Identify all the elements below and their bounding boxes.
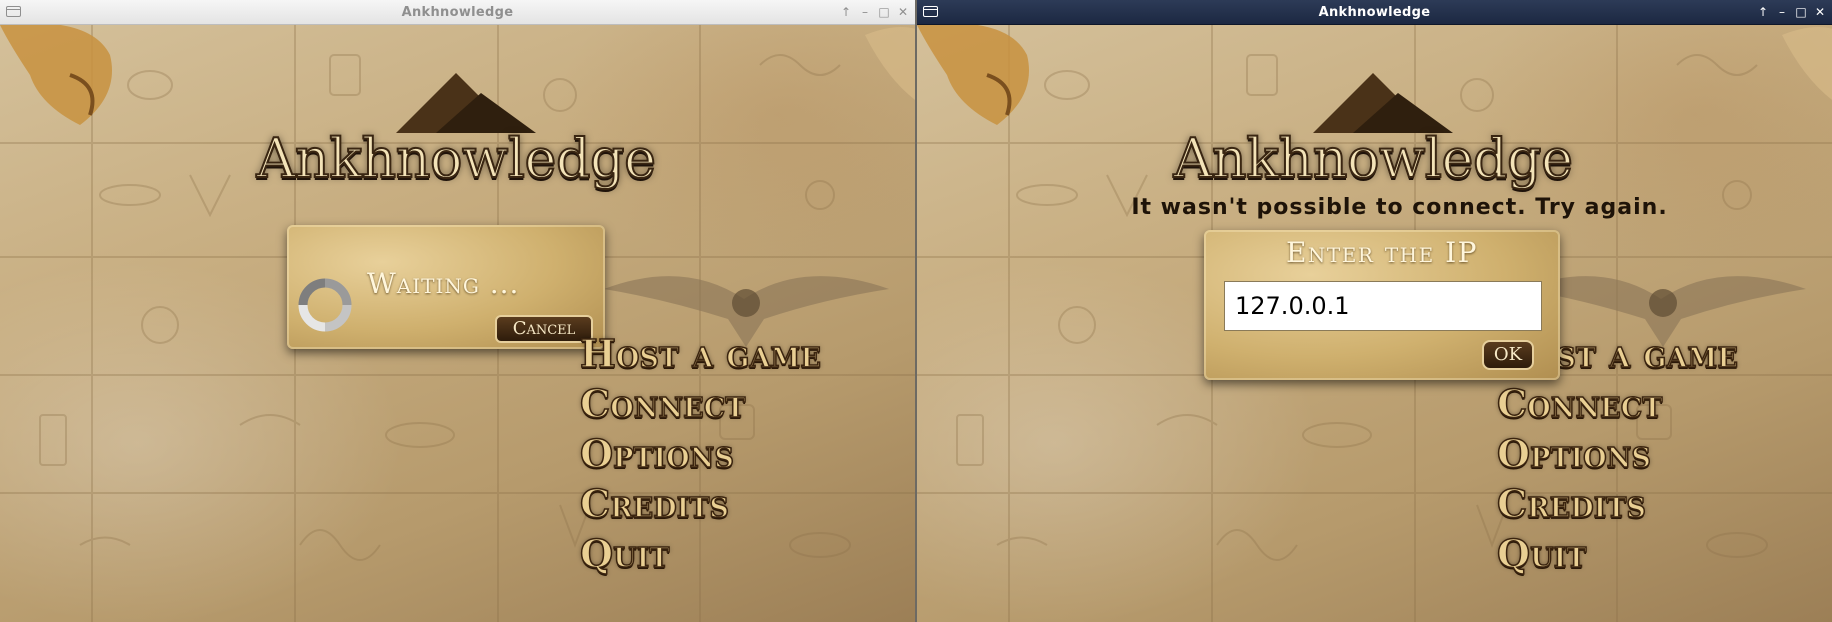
ok-button[interactable]: OK bbox=[1482, 340, 1534, 370]
papyrus-scroll-decoration bbox=[0, 25, 113, 125]
papyrus-scroll-decoration-right bbox=[1782, 27, 1832, 100]
ip-entry-dialog: Enter the IP OK bbox=[1204, 230, 1560, 380]
up-arrow-icon[interactable]: ↑ bbox=[1757, 0, 1769, 24]
menu-item-options[interactable]: Options bbox=[579, 430, 734, 477]
close-icon[interactable]: ✕ bbox=[897, 0, 909, 24]
window-title: Ankhnowledge bbox=[401, 4, 514, 20]
menu-item-credits[interactable]: Credits bbox=[1496, 480, 1646, 527]
game-window-connect: Ankhnowledge ↑ – □ ✕ Ankhnowledge Host a… bbox=[917, 0, 1832, 622]
menu-item-options[interactable]: Options bbox=[1496, 430, 1651, 477]
window-menu-icon[interactable] bbox=[6, 6, 21, 17]
minimize-icon[interactable]: – bbox=[859, 0, 871, 24]
waiting-label: Waiting ... bbox=[367, 267, 520, 300]
papyrus-scroll-decoration-right bbox=[865, 27, 915, 100]
up-arrow-icon[interactable]: ↑ bbox=[840, 0, 852, 24]
cancel-button[interactable]: Cancel bbox=[495, 315, 593, 343]
window-titlebar[interactable]: Ankhnowledge ↑ – □ ✕ bbox=[917, 0, 1832, 25]
menu-item-host-a-game[interactable]: Host a game bbox=[579, 330, 821, 377]
game-logo: Ankhnowledge bbox=[236, 63, 676, 213]
ip-address-input[interactable] bbox=[1224, 281, 1542, 331]
loading-spinner-icon bbox=[298, 278, 352, 332]
menu-item-connect[interactable]: Connect bbox=[1496, 380, 1663, 427]
window-titlebar[interactable]: Ankhnowledge ↑ – □ ✕ bbox=[0, 0, 915, 25]
maximize-icon[interactable]: □ bbox=[1795, 0, 1807, 24]
game-background: Ankhnowledge Host a game Connect Options… bbox=[917, 25, 1832, 622]
logo-title: Ankhnowledge bbox=[1172, 126, 1574, 191]
waiting-dialog: Waiting ... Cancel bbox=[287, 225, 605, 349]
close-icon[interactable]: ✕ bbox=[1814, 0, 1826, 24]
ip-dialog-title: Enter the IP bbox=[1285, 236, 1479, 269]
game-window-waiting: Ankhnowledge ↑ – □ ✕ Ankhnowledge Waitin… bbox=[0, 0, 915, 622]
window-menu-icon[interactable] bbox=[923, 6, 938, 17]
menu-item-connect[interactable]: Connect bbox=[579, 380, 746, 427]
menu-item-quit[interactable]: Quit bbox=[579, 530, 670, 577]
papyrus-scroll-decoration bbox=[917, 25, 1029, 125]
logo-title: Ankhnowledge bbox=[255, 126, 657, 191]
game-logo: Ankhnowledge bbox=[1153, 63, 1593, 213]
connection-error-message: It wasn't possible to connect. Try again… bbox=[1131, 195, 1668, 220]
maximize-icon[interactable]: □ bbox=[878, 0, 890, 24]
window-title: Ankhnowledge bbox=[1318, 4, 1431, 20]
menu-item-credits[interactable]: Credits bbox=[579, 480, 729, 527]
game-background: Ankhnowledge Waiting ... Cancel Host a g… bbox=[0, 25, 915, 622]
minimize-icon[interactable]: – bbox=[1776, 0, 1788, 24]
menu-item-quit[interactable]: Quit bbox=[1496, 530, 1587, 577]
